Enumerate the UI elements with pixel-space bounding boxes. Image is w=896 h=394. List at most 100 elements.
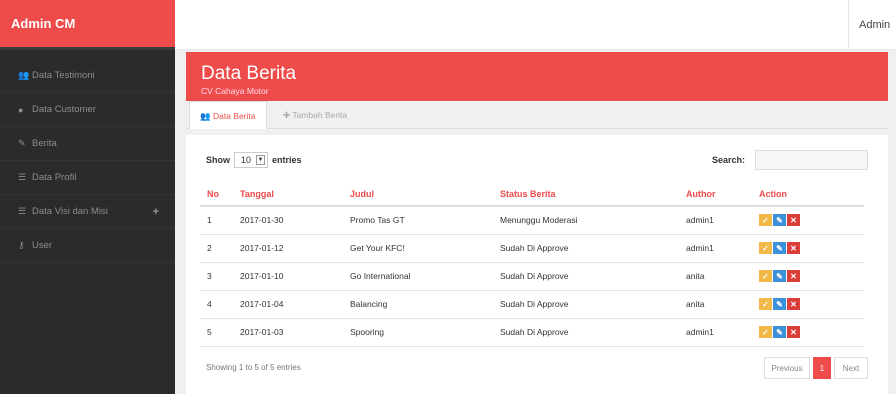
tab-data-berita[interactable]: 👥 Data Berita — [189, 101, 267, 129]
edit-button[interactable]: ✎ — [773, 242, 786, 254]
cell-author: anita — [679, 262, 752, 291]
users-icon: 👥 — [18, 70, 30, 80]
sidebar-item-label: Data Profil — [32, 172, 77, 183]
delete-button[interactable]: ✕ — [787, 326, 800, 338]
page-subtitle: CV Cahaya Motor — [201, 86, 269, 96]
table-header-row: No Tanggal Judul Status Berita Author Ac… — [200, 182, 864, 207]
expand-plus-icon[interactable]: + — [153, 206, 159, 218]
list-icon: ☰ — [18, 172, 27, 182]
cell-no: 1 — [200, 206, 233, 235]
chevron-down-icon: ▼ — [256, 155, 265, 165]
page-title: Data Berita — [201, 63, 297, 84]
cell-action: ✓ ✎ ✕ — [752, 262, 864, 291]
brand-logo[interactable]: Admin CM — [0, 0, 175, 50]
next-button[interactable]: Next — [834, 357, 868, 379]
delete-button[interactable]: ✕ — [787, 270, 800, 282]
sidebar-item-label: Berita — [32, 138, 57, 149]
table-row: 1 2017-01-30 Promo Tas GT Menunggu Moder… — [200, 206, 864, 235]
sidebar-item-data-profil[interactable]: ☰ Data Profil — [0, 161, 175, 195]
chat-icon: ● — [18, 104, 24, 115]
sidebar-item-data-testimoni[interactable]: 👥 Data Testimoni — [0, 59, 175, 93]
table-row: 3 2017-01-10 Go International Sudah Di A… — [200, 262, 864, 291]
cell-author: admin1 — [679, 234, 752, 263]
pagination: Previous 1 Next — [764, 357, 868, 379]
user-menu-label: Admin — [859, 19, 891, 31]
sidebar-item-data-visi-misi[interactable]: ☰ Data Visi dan Misi + — [0, 195, 175, 229]
sidebar-menu: 👥 Data Testimoni ● Data Customer ✎ Berit… — [0, 59, 175, 263]
cell-status: Sudah Di Approve — [493, 318, 679, 347]
table-row: 4 2017-01-04 Balancing Sudah Di Approve … — [200, 290, 864, 319]
main-content: Data Berita CV Cahaya Motor 👥 Data Berit… — [186, 52, 888, 394]
sidebar-item-label: Data Visi dan Misi — [32, 206, 108, 217]
edit-button[interactable]: ✎ — [773, 326, 786, 338]
edit-button[interactable]: ✎ — [773, 298, 786, 310]
sidebar-item-label: User — [32, 240, 53, 251]
search-input[interactable] — [755, 150, 868, 170]
previous-button[interactable]: Previous — [764, 357, 810, 379]
column-header-action: Action — [752, 182, 864, 207]
cell-author: admin1 — [679, 318, 752, 347]
delete-button[interactable]: ✕ — [787, 214, 800, 227]
entries-select[interactable]: 10 ▼ — [234, 152, 268, 168]
cell-judul: Get Your KFC! — [343, 234, 493, 263]
sidebar-item-berita[interactable]: ✎ Berita — [0, 127, 175, 161]
pencil-icon: ✎ — [18, 138, 26, 148]
table-row: 2 2017-01-12 Get Your KFC! Sudah Di Appr… — [200, 234, 864, 263]
approve-button[interactable]: ✓ — [759, 242, 772, 254]
approve-button[interactable]: ✓ — [759, 214, 772, 227]
user-menu[interactable]: Admin — [848, 0, 896, 50]
column-header-judul[interactable]: Judul — [343, 182, 493, 207]
approve-button[interactable]: ✓ — [759, 270, 772, 282]
plus-icon: ✚ — [283, 110, 291, 120]
cell-author: anita — [679, 290, 752, 319]
tab-label: Data Berita — [212, 111, 256, 121]
delete-button[interactable]: ✕ — [787, 242, 800, 254]
cell-judul: Promo Tas GT — [343, 206, 493, 235]
cell-tanggal: 2017-01-10 — [233, 262, 343, 291]
column-header-tanggal[interactable]: Tanggal — [233, 182, 343, 207]
sidebar-item-data-customer[interactable]: ● Data Customer — [0, 93, 175, 127]
cell-action: ✓ ✎ ✕ — [752, 234, 864, 263]
cell-action: ✓ ✎ ✕ — [752, 290, 864, 319]
tab-tambah-berita[interactable]: ✚ Tambah Berita — [273, 101, 357, 129]
cell-tanggal: 2017-01-12 — [233, 234, 343, 263]
approve-button[interactable]: ✓ — [759, 298, 772, 310]
page-1-button[interactable]: 1 — [813, 357, 831, 379]
cell-status: Sudah Di Approve — [493, 262, 679, 291]
table-row: 5 2017-01-03 Spooring Sudah Di Approve a… — [200, 318, 864, 347]
users-icon: 👥 — [200, 111, 211, 121]
cell-tanggal: 2017-01-30 — [233, 206, 343, 235]
table-info: Showing 1 to 5 of 5 entries — [206, 363, 301, 372]
list-icon: ☰ — [18, 206, 27, 216]
key-icon: ⚷ — [18, 240, 25, 250]
column-header-status[interactable]: Status Berita — [493, 182, 679, 207]
delete-button[interactable]: ✕ — [787, 298, 800, 310]
column-header-author[interactable]: Author — [679, 182, 752, 207]
entries-control: Show 10 ▼ entries — [206, 152, 302, 168]
approve-button[interactable]: ✓ — [759, 326, 772, 338]
cell-judul: Spooring — [343, 318, 493, 347]
data-panel: Show 10 ▼ entries Search: No Tanggal Jud… — [186, 135, 888, 394]
edit-button[interactable]: ✎ — [773, 270, 786, 282]
entries-select-value: 10 — [241, 155, 252, 165]
cell-tanggal: 2017-01-03 — [233, 318, 343, 347]
news-table: No Tanggal Judul Status Berita Author Ac… — [200, 182, 864, 347]
sidebar-item-label: Data Testimoni — [32, 70, 95, 81]
tab-bar: 👥 Data Berita ✚ Tambah Berita — [186, 101, 888, 129]
show-label: Show — [206, 155, 230, 165]
column-header-no[interactable]: No — [200, 182, 233, 207]
cell-no: 3 — [200, 262, 233, 291]
cell-status: Sudah Di Approve — [493, 234, 679, 263]
cell-tanggal: 2017-01-04 — [233, 290, 343, 319]
cell-judul: Balancing — [343, 290, 493, 319]
edit-button[interactable]: ✎ — [773, 214, 786, 227]
cell-author: admin1 — [679, 206, 752, 235]
page-header: Data Berita CV Cahaya Motor — [186, 52, 888, 101]
cell-action: ✓ ✎ ✕ — [752, 206, 864, 235]
cell-judul: Go International — [343, 262, 493, 291]
sidebar-item-user[interactable]: ⚷ User — [0, 229, 175, 263]
cell-status: Menunggu Moderasi — [493, 206, 679, 235]
cell-no: 5 — [200, 318, 233, 347]
cell-action: ✓ ✎ ✕ — [752, 318, 864, 347]
top-navbar: Admin — [175, 0, 896, 50]
